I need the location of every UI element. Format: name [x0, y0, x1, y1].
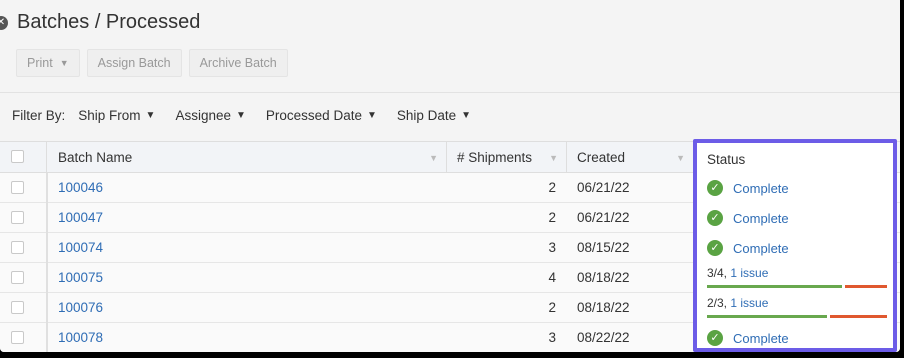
column-header-batch-name[interactable]: Batch Name ▼ [58, 142, 446, 172]
created-date: 08/15/22 [577, 240, 630, 255]
column-header-label: Batch Name [58, 149, 133, 165]
close-icon[interactable]: ✕ [0, 16, 8, 30]
issue-link[interactable]: 1 issue [730, 296, 768, 310]
sort-caret-icon[interactable]: ▼ [429, 153, 438, 163]
caret-down-icon: ▼ [59, 58, 69, 68]
batches-window: ✕ Batches / Processed Print ▼ Assign Bat… [0, 0, 900, 352]
batch-name-link[interactable]: 100075 [58, 270, 103, 285]
shipments-count: 3 [548, 330, 556, 345]
status-progress-bar [707, 315, 887, 318]
filter-by-label: Filter By: [12, 108, 66, 123]
status-partial: 3/4, 1 issue [707, 265, 887, 295]
select-all-checkbox[interactable] [11, 150, 24, 163]
column-header-label: # Shipments [457, 149, 533, 165]
progress-error-segment [830, 315, 887, 318]
status-link[interactable]: Complete [733, 331, 789, 346]
created-date: 08/22/22 [577, 330, 630, 345]
status-complete: ✓ Complete [707, 234, 887, 264]
row-divider [46, 263, 48, 293]
row-divider [46, 173, 48, 203]
row-divider [46, 293, 48, 323]
shipments-count: 2 [548, 180, 556, 195]
status-column-highlight: Status ✓ Complete ✓ Complete ✓ Complete … [693, 139, 897, 352]
created-date: 08/18/22 [577, 300, 630, 315]
archive-batch-label: Archive Batch [199, 56, 277, 70]
status-progress-text: 2/3, 1 issue [707, 296, 768, 310]
column-header-status[interactable]: Status [707, 152, 745, 167]
created-date: 06/21/22 [577, 180, 630, 195]
batch-name-link[interactable]: 100078 [58, 330, 103, 345]
check-circle-icon: ✓ [707, 210, 723, 226]
check-circle-icon: ✓ [707, 180, 723, 196]
row-checkbox[interactable] [11, 301, 24, 314]
filter-bar: Filter By: Ship From ▼ Assignee ▼ Proces… [12, 108, 491, 123]
row-divider [46, 233, 48, 263]
page-title: Batches / Processed [17, 11, 201, 33]
batch-name-link[interactable]: 100047 [58, 210, 103, 225]
batch-name-link[interactable]: 100046 [58, 180, 103, 195]
row-checkbox[interactable] [11, 241, 24, 254]
status-partial: 2/3, 1 issue [707, 295, 887, 325]
filter-processed-date[interactable]: Processed Date ▼ [266, 108, 377, 123]
batch-name-link[interactable]: 100074 [58, 240, 103, 255]
batch-name-link[interactable]: 100076 [58, 300, 103, 315]
assign-batch-button[interactable]: Assign Batch [86, 49, 182, 77]
toolbar: Print ▼ Assign Batch Archive Batch [16, 49, 288, 77]
column-divider [566, 142, 567, 172]
status-link[interactable]: Complete [733, 211, 789, 226]
status-count: 3/4, [707, 266, 728, 280]
print-button-label: Print [27, 56, 53, 70]
row-divider [46, 323, 48, 352]
archive-batch-button[interactable]: Archive Batch [188, 49, 288, 77]
status-link[interactable]: Complete [733, 181, 789, 196]
check-circle-icon: ✓ [707, 330, 723, 346]
shipments-count: 2 [548, 210, 556, 225]
column-divider [446, 142, 447, 172]
check-circle-icon: ✓ [707, 240, 723, 256]
shipments-count: 3 [548, 240, 556, 255]
issue-link[interactable]: 1 issue [730, 266, 768, 280]
created-date: 06/21/22 [577, 210, 630, 225]
status-count: 2/3, [707, 296, 728, 310]
row-checkbox[interactable] [11, 181, 24, 194]
filter-label: Ship Date [396, 108, 457, 123]
filter-ship-date[interactable]: Ship Date ▼ [397, 108, 471, 123]
assign-batch-label: Assign Batch [97, 56, 171, 70]
row-checkbox[interactable] [11, 271, 24, 284]
sort-caret-icon[interactable]: ▼ [676, 153, 685, 163]
caret-down-icon: ▼ [145, 110, 156, 121]
shipments-count: 4 [548, 270, 556, 285]
created-date: 08/18/22 [577, 270, 630, 285]
status-link[interactable]: Complete [733, 241, 789, 256]
print-button[interactable]: Print ▼ [16, 49, 80, 77]
row-checkbox[interactable] [11, 211, 24, 224]
status-progress-text: 3/4, 1 issue [707, 266, 768, 280]
divider [0, 92, 900, 93]
filter-label: Processed Date [265, 108, 362, 123]
column-header-shipments[interactable]: # Shipments ▼ [457, 142, 566, 172]
status-progress-bar [707, 285, 887, 288]
progress-ok-segment [707, 285, 842, 288]
row-divider [46, 203, 48, 233]
sort-caret-icon[interactable]: ▼ [549, 153, 558, 163]
caret-down-icon: ▼ [366, 110, 377, 121]
progress-error-segment [845, 285, 887, 288]
column-divider [46, 142, 47, 172]
filter-ship-from[interactable]: Ship From ▼ [78, 108, 155, 123]
column-header-created[interactable]: Created ▼ [577, 142, 693, 172]
filter-label: Assignee [175, 108, 231, 123]
status-complete: ✓ Complete [707, 174, 887, 204]
row-checkbox[interactable] [11, 331, 24, 344]
caret-down-icon: ▼ [236, 110, 246, 121]
column-header-label: Created [577, 149, 626, 165]
status-complete: ✓ Complete [707, 204, 887, 234]
filter-assignee[interactable]: Assignee ▼ [175, 108, 245, 123]
progress-ok-segment [707, 315, 827, 318]
filter-label: Ship From [78, 108, 141, 123]
shipments-count: 2 [548, 300, 556, 315]
caret-down-icon: ▼ [461, 110, 472, 121]
status-complete: ✓ Complete [707, 324, 887, 352]
